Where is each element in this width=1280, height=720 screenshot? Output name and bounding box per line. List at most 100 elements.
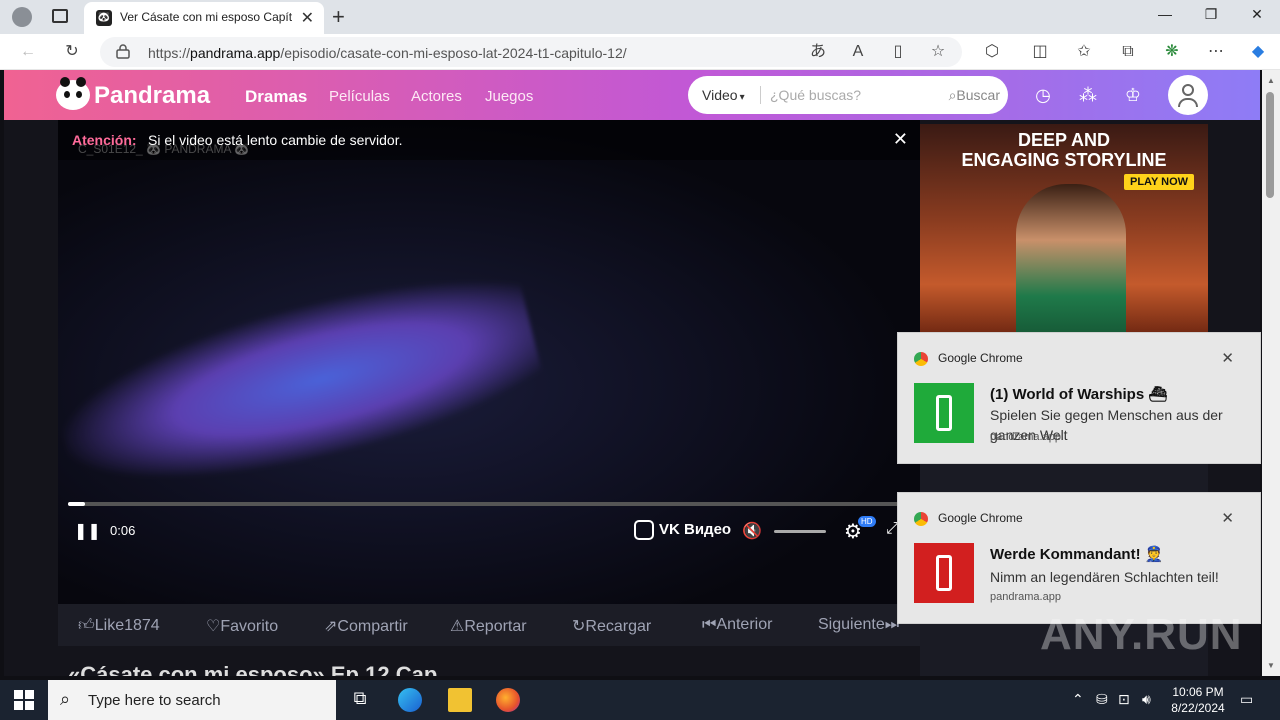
history-icon[interactable]: ◷ bbox=[1032, 84, 1054, 106]
search-icon: ⌕ bbox=[60, 689, 71, 709]
video-frame bbox=[58, 254, 550, 516]
video-time: 0:06 bbox=[110, 523, 136, 538]
reader-view-icon[interactable]: ▯ bbox=[888, 42, 908, 62]
tray-chevron-icon[interactable]: ⌃ bbox=[1072, 691, 1084, 708]
tab-actions-icon[interactable] bbox=[52, 9, 68, 23]
minimize-icon[interactable]: — bbox=[1142, 6, 1188, 28]
notification-close-icon[interactable]: ✕ bbox=[1221, 509, 1234, 527]
scrollbar-thumb[interactable] bbox=[1266, 92, 1274, 198]
tab-close-icon[interactable]: ✕ bbox=[301, 8, 314, 28]
new-tab-icon[interactable]: + bbox=[332, 4, 345, 30]
share-button[interactable]: ⇗Compartir bbox=[324, 616, 408, 636]
notification-center-icon[interactable]: ▭ bbox=[1240, 691, 1253, 708]
file-explorer-icon[interactable] bbox=[448, 688, 472, 712]
alert-close-icon[interactable]: ✕ bbox=[893, 129, 908, 150]
warships-icon bbox=[914, 383, 974, 443]
nav-actores[interactable]: Actores bbox=[411, 88, 462, 105]
tray-device-icon[interactable]: ⛁ bbox=[1096, 691, 1108, 708]
performance-icon[interactable]: ❋ bbox=[1162, 42, 1182, 62]
favorite-button[interactable]: ♡Favorito bbox=[206, 616, 278, 636]
extensions-icon[interactable]: ⬡ bbox=[982, 42, 1002, 62]
refresh-icon[interactable]: ↻ bbox=[62, 42, 82, 62]
nav-peliculas[interactable]: Películas bbox=[329, 88, 390, 105]
share-icon: ⇗ bbox=[324, 618, 338, 635]
split-screen-icon[interactable]: ◫ bbox=[1030, 42, 1050, 62]
notification-1[interactable]: Google Chrome ✕ (1) World of Warships ⛴ … bbox=[897, 332, 1261, 464]
address-toolbar: ← ↻ https://pandrama.app/episodio/casate… bbox=[0, 34, 1280, 70]
read-aloud-icon[interactable]: A bbox=[848, 42, 868, 62]
notification-2[interactable]: Google Chrome ✕ Werde Kommandant! 👮 Nimm… bbox=[897, 492, 1261, 624]
notification-app: Google Chrome bbox=[938, 511, 1023, 525]
page-scrollbar[interactable]: ▲ ▼ bbox=[1262, 70, 1280, 676]
notification-title: Werde Kommandant! 👮 bbox=[990, 546, 1164, 563]
lock-icon[interactable] bbox=[116, 43, 130, 59]
task-view-icon[interactable]: ⧉ bbox=[348, 688, 372, 712]
alert-label: Atención: bbox=[72, 132, 137, 148]
video-progress-fill bbox=[68, 502, 85, 506]
ad-headline: DEEP AND ENGAGING STORYLINE bbox=[961, 130, 1167, 170]
profile-icon[interactable] bbox=[12, 7, 32, 27]
collections-icon[interactable]: ⧉ bbox=[1118, 42, 1138, 62]
video-progress-bar[interactable] bbox=[68, 502, 908, 506]
edge-icon[interactable] bbox=[398, 688, 422, 712]
anyrun-watermark: ANY.RUN bbox=[1040, 610, 1243, 659]
tab-title: Ver Cásate con mi esposo Capítul bbox=[120, 10, 292, 24]
volume-icon[interactable]: 🔊︎ bbox=[1142, 691, 1151, 708]
muted-speaker-icon[interactable]: 🔇 bbox=[742, 521, 762, 541]
network-icon[interactable]: ⊡ bbox=[1118, 691, 1130, 708]
notification-title: (1) World of Warships ⛴ bbox=[990, 386, 1168, 403]
site-logo-text[interactable]: Pandrama bbox=[94, 82, 210, 110]
taskbar-clock[interactable]: 10:06 PM 8/22/2024 bbox=[1160, 684, 1236, 716]
windows-start-icon[interactable] bbox=[14, 690, 34, 710]
nav-juegos[interactable]: Juegos bbox=[485, 88, 533, 105]
notification-app: Google Chrome bbox=[938, 351, 1023, 365]
taskbar-search[interactable]: ⌕ Type here to search bbox=[48, 680, 336, 720]
previous-icon: ⏮ bbox=[702, 616, 717, 633]
more-menu-icon[interactable]: ⋯ bbox=[1206, 42, 1226, 62]
video-player[interactable]: C_S01E12_ 🐼 PANDRAMA 🐼 Atención: Si el v… bbox=[58, 120, 920, 604]
play-box-icon bbox=[634, 520, 654, 540]
panda-favicon-icon: 🐼 bbox=[96, 10, 112, 26]
video-actions-bar: 👍︎Like1874 ♡Favorito ⇗Compartir ⚠Reporta… bbox=[58, 604, 920, 646]
notification-close-icon[interactable]: ✕ bbox=[1221, 349, 1234, 367]
reload-button[interactable]: ↻Recargar bbox=[572, 616, 651, 636]
crown-icon[interactable]: ♔ bbox=[1122, 84, 1144, 106]
notification-source: pandrama.app bbox=[990, 591, 1061, 603]
ad-character-image bbox=[1016, 184, 1126, 338]
favorite-star-icon[interactable]: ☆ bbox=[928, 42, 948, 62]
user-avatar-icon[interactable] bbox=[1168, 75, 1208, 115]
next-button[interactable]: Siguiente⏭ bbox=[818, 616, 899, 634]
report-button[interactable]: ⚠Reportar bbox=[450, 616, 527, 636]
pause-icon[interactable]: ❚❚ bbox=[74, 521, 101, 540]
address-bar[interactable]: https://pandrama.app/episodio/casate-con… bbox=[100, 37, 962, 67]
favorites-icon[interactable]: ✩ bbox=[1074, 42, 1094, 62]
previous-button[interactable]: ⏮Anterior bbox=[702, 616, 772, 634]
panda-logo-icon[interactable] bbox=[56, 77, 90, 110]
restore-icon[interactable]: ❐ bbox=[1188, 6, 1234, 28]
firefox-icon[interactable] bbox=[496, 688, 520, 712]
episode-title-partial: «Cásate con mi esposo» Ep 12 Cap bbox=[68, 662, 438, 676]
ad-play-now-button[interactable]: PLAY NOW bbox=[1124, 174, 1195, 190]
server-alert-bar: Atención: Si el video está lento cambie … bbox=[58, 120, 920, 160]
nav-dramas[interactable]: Dramas bbox=[245, 87, 307, 107]
browser-tab-active[interactable]: 🐼 Ver Cásate con mi esposo Capítul ✕ bbox=[84, 2, 324, 34]
url-text[interactable]: https://pandrama.app/episodio/casate-con… bbox=[148, 45, 627, 61]
search-button[interactable]: ⌕Buscar bbox=[949, 87, 1000, 104]
like-button[interactable]: 👍︎Like1874 bbox=[78, 616, 160, 635]
browser-tab-bar: 🐼 Ver Cásate con mi esposo Capítul ✕ + —… bbox=[0, 0, 1280, 34]
back-icon[interactable]: ← bbox=[18, 42, 38, 62]
chrome-icon bbox=[914, 352, 928, 366]
translate-icon[interactable]: あ bbox=[808, 42, 828, 62]
copilot-icon[interactable]: ◆ bbox=[1248, 42, 1268, 62]
hd-badge: HD bbox=[858, 516, 876, 527]
volume-slider[interactable] bbox=[774, 530, 826, 533]
game-advertisement[interactable]: DEEP AND ENGAGING STORYLINE PLAY NOW bbox=[920, 124, 1208, 338]
windows-taskbar: ⌕ Type here to search ⧉ ⌃ ⛁ ⊡ 🔊︎ 10:06 P… bbox=[0, 680, 1280, 720]
search-input[interactable]: ¿Qué buscas? bbox=[770, 87, 861, 103]
search-box: Video ▾ ¿Qué buscas? ⌕Buscar bbox=[688, 76, 1008, 114]
window-close-icon[interactable]: ✕ bbox=[1234, 6, 1280, 28]
warships-icon bbox=[914, 543, 974, 603]
vk-video-brand[interactable]: VK Видео bbox=[634, 520, 731, 540]
apps-grid-icon[interactable]: ⁂ bbox=[1077, 84, 1099, 106]
search-type-select[interactable]: Video ▾ bbox=[702, 87, 745, 103]
